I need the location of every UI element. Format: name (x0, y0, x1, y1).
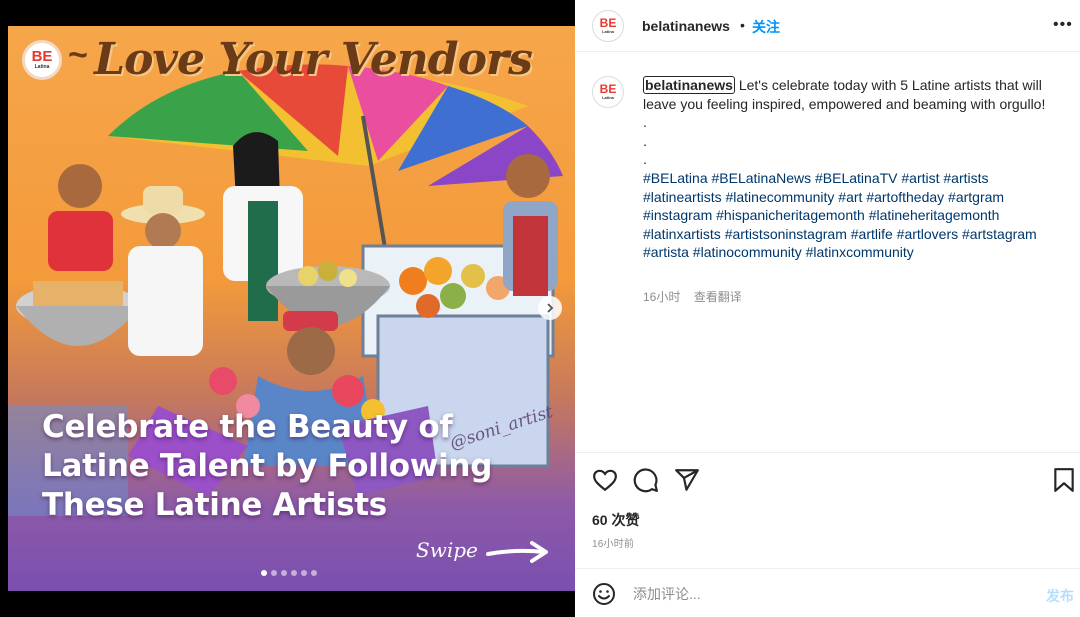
caption-meta: 16小时 查看翻译 (643, 288, 742, 305)
post-timestamp: 16小时前 (592, 539, 635, 550)
brand-logo: BE Latina (22, 40, 62, 80)
see-translation-link[interactable]: 查看翻译 (694, 290, 742, 304)
caption-dot-line: . (643, 114, 647, 131)
post-comment-button[interactable]: 发布 (1046, 586, 1074, 606)
post-caption: belatinanews Let's celebrate today with … (643, 76, 1063, 262)
swipe-label: Swipe (416, 538, 478, 562)
follow-button[interactable]: 关注 (752, 17, 780, 37)
comment-input[interactable] (633, 583, 1013, 605)
like-count[interactable]: 60 次赞 (592, 510, 639, 530)
title-ornament-right: ~ (492, 36, 512, 74)
carousel-indicator (261, 570, 317, 576)
post-media: BE Latina ~ Love Your Vendors ~ @soni_ar… (0, 0, 575, 617)
caption-time: 16小时 (643, 290, 681, 304)
bookmark-icon[interactable] (1053, 467, 1075, 493)
carousel-dot[interactable] (271, 570, 277, 576)
heart-icon[interactable] (592, 467, 618, 493)
caption-username[interactable]: belatinanews (643, 76, 735, 94)
caption-dot-line: . (643, 151, 647, 168)
carousel-dot[interactable] (311, 570, 317, 576)
comment-bubble-icon[interactable] (633, 467, 659, 493)
image-headline: Celebrate the Beauty of Latine Talent by… (42, 409, 493, 523)
comment-bar: 发布 (575, 568, 1080, 617)
carousel-dot[interactable] (281, 570, 287, 576)
post-header: BE Latina belatinanews • 关注 ••• (575, 0, 1080, 52)
carousel-dot[interactable] (301, 570, 307, 576)
chevron-right-icon (547, 303, 554, 313)
action-bar (575, 452, 1080, 508)
swipe-arrow-icon (486, 541, 548, 563)
paper-plane-icon[interactable] (674, 467, 700, 493)
caption-dot-line: . (643, 132, 647, 149)
post-details-panel: BE Latina belatinanews • 关注 ••• BE Latin… (575, 0, 1080, 617)
more-options-button[interactable]: ••• (1053, 16, 1073, 34)
caption-hashtags[interactable]: #BELatina #BELatinaNews #BELatinaTV #art… (643, 170, 1037, 260)
header-separator: • (740, 17, 745, 33)
carousel-dot[interactable] (261, 570, 267, 576)
carousel-dot[interactable] (291, 570, 297, 576)
avatar[interactable]: BE Latina (592, 10, 624, 42)
post-image[interactable]: BE Latina ~ Love Your Vendors ~ @soni_ar… (8, 26, 575, 591)
carousel-next-button[interactable] (538, 296, 562, 320)
caption-avatar[interactable]: BE Latina (592, 76, 624, 108)
smiley-icon[interactable] (592, 582, 616, 606)
art-title: Love Your Vendors (94, 34, 533, 85)
header-username[interactable]: belatinanews (642, 18, 730, 34)
